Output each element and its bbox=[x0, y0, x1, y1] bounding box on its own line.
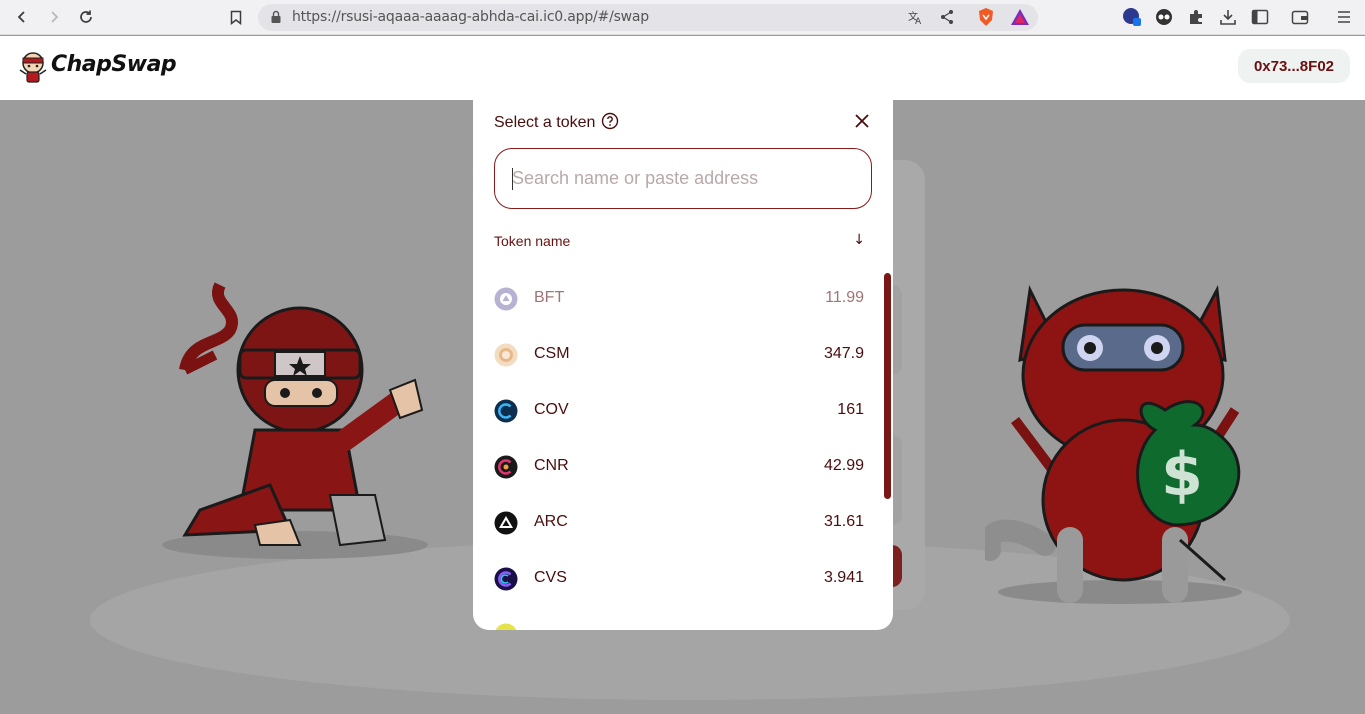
download-icon[interactable] bbox=[1218, 7, 1238, 27]
extension-glasses-icon[interactable] bbox=[1154, 7, 1174, 27]
token-row-cov[interactable]: COV 161 bbox=[494, 383, 864, 439]
help-icon[interactable] bbox=[601, 112, 619, 130]
ninja-mascot-illustration bbox=[162, 282, 428, 559]
url-text: https://rsusi-aqaaa-aaaag-abhda-cai.ic0.… bbox=[292, 9, 649, 25]
token-symbol: CNR bbox=[534, 457, 569, 474]
token-row-csm[interactable]: CSM 347.9 bbox=[494, 327, 864, 383]
arc-token-icon bbox=[494, 511, 518, 535]
token-row-arc[interactable]: ARC 31.61 bbox=[494, 495, 864, 551]
wallet-address-button[interactable]: 0x73...8F02 bbox=[1237, 49, 1350, 83]
token-row-cvs[interactable]: CVS 3.941 bbox=[494, 551, 864, 607]
token-symbol: CVS bbox=[534, 569, 567, 586]
token-name-column-header[interactable]: Token name bbox=[494, 233, 570, 249]
cat-mascot-illustration: $ bbox=[985, 285, 1242, 604]
brave-rewards-icon[interactable] bbox=[1010, 7, 1030, 27]
token-list[interactable]: BFT 11.99 CSM 347.9 COV 161 CNR 42.99 AR… bbox=[473, 271, 893, 630]
brand-name[interactable]: ChapSwap bbox=[51, 52, 177, 77]
svg-text:$: $ bbox=[1161, 440, 1203, 510]
token-symbol: BFT bbox=[534, 289, 565, 306]
modal-title: Select a token bbox=[494, 114, 596, 131]
next-token-icon bbox=[495, 623, 517, 630]
reload-icon[interactable] bbox=[75, 6, 97, 28]
menu-icon[interactable] bbox=[1334, 7, 1354, 27]
sidebar-icon[interactable] bbox=[1250, 7, 1270, 27]
sort-arrow-icon[interactable]: ↓ bbox=[853, 232, 865, 248]
extensions-puzzle-icon[interactable] bbox=[1186, 7, 1206, 27]
select-token-modal: Select a token Token name ↓ BFT 11.99 CS… bbox=[473, 96, 893, 630]
wallet-icon[interactable] bbox=[1290, 7, 1310, 27]
token-row-cnr[interactable]: CNR 42.99 bbox=[494, 439, 864, 495]
svg-text:A: A bbox=[915, 17, 922, 25]
token-search-input[interactable] bbox=[495, 149, 871, 208]
token-balance: 11.99 bbox=[825, 289, 864, 306]
token-row-bft[interactable]: BFT 11.99 bbox=[494, 271, 864, 327]
token-search-field[interactable] bbox=[494, 148, 872, 209]
chapswap-logo-icon[interactable] bbox=[16, 50, 50, 84]
token-symbol: CSM bbox=[534, 345, 570, 362]
token-balance: 347.9 bbox=[823, 345, 864, 362]
browser-toolbar: https://rsusi-aqaaa-aaaag-abhda-cai.ic0.… bbox=[0, 0, 1365, 35]
bookmark-icon[interactable] bbox=[225, 6, 247, 28]
cnr-token-icon bbox=[494, 455, 518, 479]
token-balance: 161 bbox=[837, 401, 864, 418]
token-balance: 42.99 bbox=[823, 457, 864, 474]
token-symbol: COV bbox=[534, 401, 569, 418]
forward-icon[interactable] bbox=[43, 6, 65, 28]
token-balance: 3.941 bbox=[823, 569, 864, 586]
token-symbol: ARC bbox=[534, 513, 568, 530]
translate-icon[interactable]: 文A bbox=[905, 7, 925, 27]
csm-token-icon bbox=[494, 343, 518, 367]
bft-token-icon bbox=[494, 287, 518, 311]
text-caret bbox=[512, 168, 513, 190]
token-list-scrollbar[interactable] bbox=[884, 273, 891, 499]
share-icon[interactable] bbox=[937, 7, 957, 27]
token-row-partial[interactable] bbox=[494, 607, 864, 630]
back-icon[interactable] bbox=[11, 6, 33, 28]
lock-icon bbox=[271, 10, 281, 23]
close-icon[interactable] bbox=[853, 112, 871, 130]
extension-wallet-icon[interactable] bbox=[1122, 7, 1142, 27]
cvs-token-icon bbox=[494, 567, 518, 591]
brave-shield-icon[interactable] bbox=[976, 7, 996, 27]
app-header: ChapSwap 0x73...8F02 bbox=[0, 36, 1365, 100]
token-balance: 31.61 bbox=[823, 513, 864, 530]
cov-token-icon bbox=[494, 399, 518, 423]
